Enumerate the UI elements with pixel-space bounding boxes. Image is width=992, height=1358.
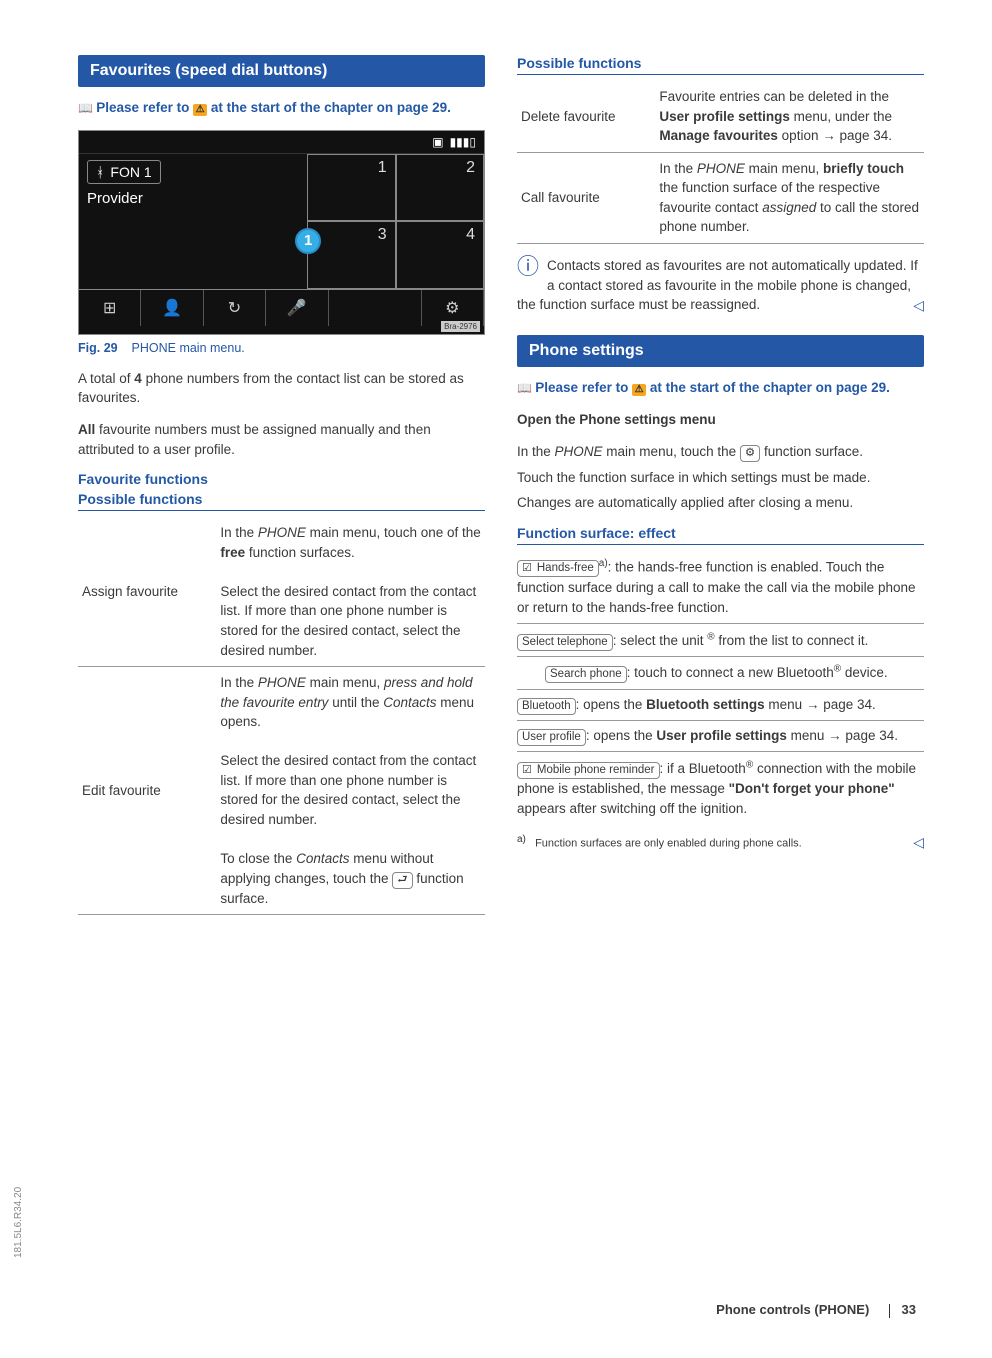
- open-menu-head: Open the Phone settings menu: [517, 410, 924, 430]
- para-all: All favourite numbers must be assigned m…: [78, 420, 485, 459]
- voice-icon[interactable]: 🎤: [266, 290, 328, 326]
- surface-row-search: Search phone: touch to connect a new Blu…: [517, 657, 924, 690]
- speed-dial-3[interactable]: 3: [307, 221, 395, 289]
- speed-dial-2[interactable]: 2: [396, 154, 484, 222]
- row-label: Edit favourite: [78, 667, 216, 915]
- page-number: 33: [902, 1302, 916, 1317]
- row-text: Favourite entries can be deleted in the …: [655, 81, 924, 152]
- open-step: Touch the function surface in which sett…: [517, 468, 924, 488]
- functions-table-left: Assign favourite In the PHONE main menu,…: [78, 517, 485, 915]
- fon-label: FON 1: [110, 164, 151, 180]
- function-surface-head: Function surface: effect: [517, 525, 924, 545]
- document-code: 181.5L6.R34.20: [13, 1187, 24, 1258]
- reminder-button[interactable]: Mobile phone reminder: [517, 762, 660, 779]
- calls-icon[interactable]: ↻: [204, 290, 266, 326]
- refer-prefix: Please refer to: [96, 100, 193, 115]
- row-text: In the PHONE main menu, touch one of the…: [216, 517, 485, 666]
- end-mark-icon: ◁: [913, 295, 924, 315]
- gear-icon: ⚙: [740, 445, 760, 462]
- book-icon: [78, 100, 96, 115]
- back-icon: ⮐: [392, 872, 412, 889]
- footnote-mark: a): [517, 834, 526, 845]
- surface-row-userprofile: User profile: opens the User profile set…: [517, 721, 924, 752]
- left-column: Favourites (speed dial buttons) Please r…: [78, 55, 485, 915]
- table-row: Call favourite In the PHONE main menu, b…: [517, 152, 924, 243]
- provider-label: Provider: [87, 190, 299, 207]
- section-header-phone-settings: Phone settings: [517, 335, 924, 367]
- surface-text: : touch to connect a new Bluetooth® devi…: [627, 665, 888, 680]
- surface-text: : opens the Bluetooth settings menu → pa…: [576, 697, 876, 712]
- battery-icon: ▣: [432, 135, 443, 149]
- section-header-favourites: Favourites (speed dial buttons): [78, 55, 485, 87]
- possible-functions-head-right: Possible functions: [517, 55, 924, 75]
- bra-label: Bra-2976: [441, 321, 480, 332]
- row-label: Call favourite: [517, 152, 655, 243]
- table-row: Edit favourite In the PHONE main menu, p…: [78, 667, 485, 915]
- end-mark-icon: ◁: [913, 834, 924, 851]
- info-text: Contacts stored as favourites are not au…: [517, 258, 918, 312]
- bluetooth-icon: ᚼ: [96, 164, 104, 180]
- callout-1: 1: [295, 228, 321, 254]
- footnote-mark: a): [599, 558, 608, 569]
- speed-dial-grid: 1 2 3 4: [307, 154, 484, 289]
- surface-row-handsfree: Hands-freea): the hands-free function is…: [517, 551, 924, 624]
- para-total: A total of 4 phone numbers from the cont…: [78, 369, 485, 408]
- right-column: Possible functions Delete favourite Favo…: [517, 55, 924, 915]
- surface-row-bluetooth: Bluetooth: opens the Bluetooth settings …: [517, 690, 924, 721]
- info-note: ⓘ Contacts stored as favourites are not …: [517, 256, 924, 315]
- footer-title: Phone controls (PHONE): [716, 1302, 869, 1317]
- search-phone-button[interactable]: Search phone: [545, 666, 627, 683]
- row-text: In the PHONE main menu, briefly touch th…: [655, 152, 924, 243]
- open-step: In the PHONE main menu, touch the ⚙ func…: [517, 442, 924, 462]
- table-row: Assign favourite In the PHONE main menu,…: [78, 517, 485, 666]
- fig-num: Fig. 29: [78, 341, 118, 355]
- status-bar: ▣ ▮▮▮▯: [79, 131, 484, 154]
- contacts-icon[interactable]: 👤: [141, 290, 203, 326]
- refer-note-left: Please refer to at the start of the chap…: [78, 99, 485, 118]
- info-icon: ⓘ: [517, 256, 539, 278]
- surface-row-reminder: Mobile phone reminder: if a Bluetooth® c…: [517, 752, 924, 824]
- bluetooth-button[interactable]: Bluetooth: [517, 698, 576, 715]
- table-row: Delete favourite Favourite entries can b…: [517, 81, 924, 152]
- refer-suffix: at the start of the chapter on page 29.: [650, 380, 890, 395]
- book-icon: [517, 380, 535, 395]
- fig-text: PHONE main menu.: [132, 341, 245, 355]
- handsfree-button[interactable]: Hands-free: [517, 560, 599, 577]
- refer-note-right: Please refer to at the start of the chap…: [517, 379, 924, 398]
- figure-caption: Fig. 29 PHONE main menu.: [78, 341, 485, 355]
- surface-text: : select the unit ® from the list to con…: [613, 633, 869, 648]
- row-label: Delete favourite: [517, 81, 655, 152]
- figure-phone-menu: ▣ ▮▮▮▯ ᚼ FON 1 Provider 1 1 2 3 4: [78, 130, 485, 335]
- page-footer: Phone controls (PHONE) 33: [716, 1302, 924, 1318]
- refer-prefix: Please refer to: [535, 380, 632, 395]
- select-telephone-button[interactable]: Select telephone: [517, 634, 613, 651]
- footnote: a) Function surfaces are only enabled du…: [517, 834, 924, 850]
- row-label: Assign favourite: [78, 517, 216, 666]
- user-profile-button[interactable]: User profile: [517, 729, 586, 746]
- possible-functions-head-left: Possible functions: [78, 491, 485, 511]
- functions-table-right: Delete favourite Favourite entries can b…: [517, 81, 924, 244]
- fon-button[interactable]: ᚼ FON 1: [87, 160, 161, 184]
- surface-text: : opens the User profile settings menu →…: [586, 728, 898, 743]
- bottom-toolbar: ⊞ 👤 ↻ 🎤 ⚙: [79, 289, 484, 326]
- dialpad-icon[interactable]: ⊞: [79, 290, 141, 326]
- speed-dial-1[interactable]: 1: [307, 154, 395, 222]
- warning-icon: [632, 384, 646, 396]
- surface-row-select: Select telephone: select the unit ® from…: [517, 624, 924, 657]
- favourite-functions-head: Favourite functions: [78, 471, 485, 487]
- warning-icon: [193, 104, 207, 116]
- signal-icon: ▮▮▮▯: [450, 135, 476, 149]
- row-text: In the PHONE main menu, press and hold t…: [216, 667, 485, 915]
- refer-suffix: at the start of the chapter on page 29.: [211, 100, 451, 115]
- open-step: Changes are automatically applied after …: [517, 493, 924, 513]
- speed-dial-4[interactable]: 4: [396, 221, 484, 289]
- footnote-text: Function surfaces are only enabled durin…: [535, 838, 802, 850]
